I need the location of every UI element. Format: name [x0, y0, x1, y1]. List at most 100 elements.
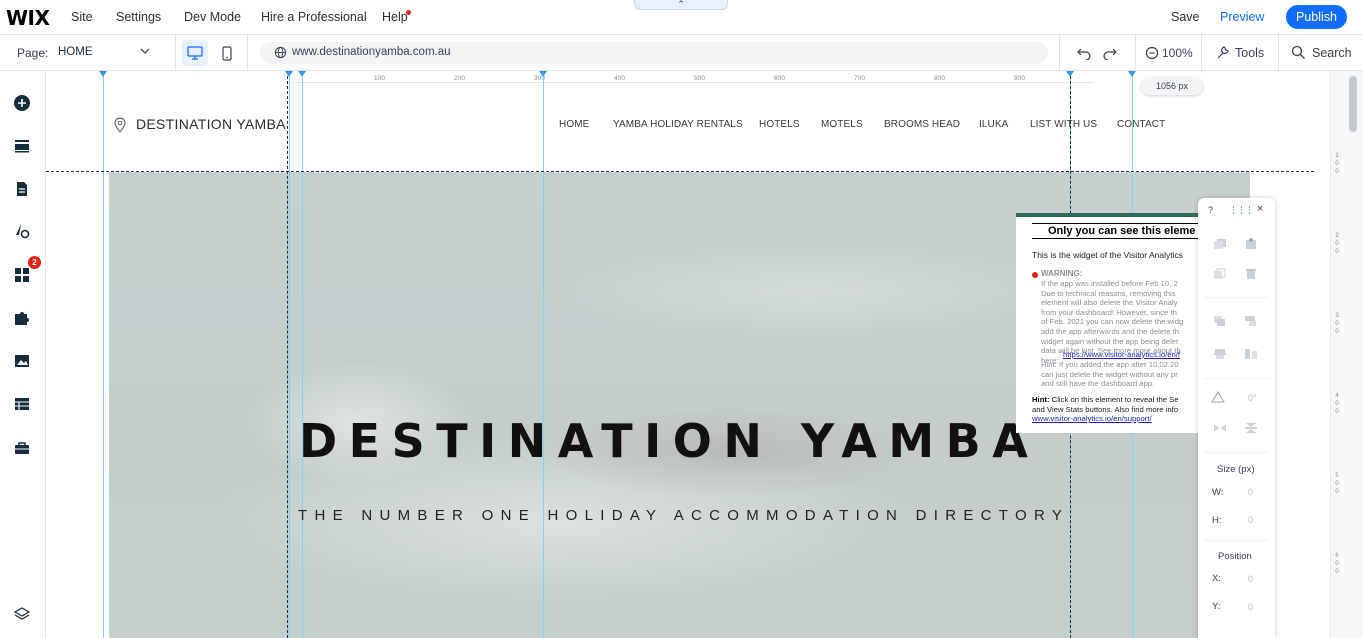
zoom-out-icon[interactable] [1145, 46, 1159, 60]
guide-handle[interactable] [1128, 71, 1136, 77]
distribute-icon[interactable] [1213, 348, 1227, 360]
width-indicator: 1056 px [1141, 77, 1203, 95]
location-pin-icon [114, 117, 126, 133]
zoom-level[interactable]: 100% [1162, 46, 1193, 60]
visitor-analytics-widget[interactable]: Only you can see this eleme This is the … [1016, 213, 1206, 433]
media-button[interactable] [12, 351, 32, 371]
redo-icon[interactable] [1102, 46, 1118, 60]
pages-icon [17, 182, 27, 196]
copy-icon[interactable] [1213, 238, 1227, 250]
width-field[interactable]: 0 [1248, 487, 1253, 497]
warning-icon [1032, 272, 1038, 278]
guide-handle[interactable] [1066, 71, 1074, 77]
divider [1059, 35, 1060, 71]
help-icon[interactable]: ? [1208, 205, 1213, 215]
paste-icon[interactable] [1244, 238, 1258, 250]
publish-button[interactable]: Publish [1286, 5, 1347, 29]
site-url-bar[interactable]: www.destinationyamba.com.au [260, 42, 1048, 64]
horizontal-ruler[interactable]: 100 200 300 400 500 600 700 800 900 [294, 71, 1094, 83]
guide-handle[interactable] [285, 71, 293, 77]
nav-motels[interactable]: MOTELS [821, 119, 863, 130]
ruler-label: 1 [1335, 153, 1339, 159]
nav-list-with-us[interactable]: LIST WITH US [1030, 119, 1097, 130]
vertical-ruler[interactable]: 1 0 0 2 0 0 3 0 0 4 0 0 5 0 0 6 0 0 [1330, 71, 1363, 638]
portfolio-button[interactable] [12, 438, 32, 458]
pages-button[interactable] [12, 179, 32, 199]
nav-contact[interactable]: CONTACT [1117, 119, 1165, 130]
scrollbar-thumb[interactable] [1349, 76, 1357, 132]
wix-logo[interactable]: WIX [6, 6, 50, 30]
ruler-label: 3 [1335, 313, 1339, 319]
divider [247, 35, 248, 71]
header-boundary-line [46, 171, 1314, 172]
collapse-toolbar-button[interactable]: ⌃ [634, 0, 728, 10]
editor-canvas[interactable]: 100 200 300 400 500 600 700 800 900 1056… [46, 71, 1330, 638]
menu-dev-mode[interactable]: Dev Mode [184, 10, 241, 24]
guide-handle[interactable] [539, 71, 547, 77]
business-button[interactable] [12, 308, 32, 328]
desktop-icon [187, 46, 203, 60]
height-field[interactable]: 0 [1248, 515, 1253, 525]
trash-icon[interactable] [1244, 268, 1258, 280]
mobile-view-button[interactable] [214, 40, 240, 66]
sections-icon [15, 140, 29, 153]
guide-line[interactable] [302, 71, 303, 638]
hint-label: Hint: [1032, 395, 1050, 404]
y-label: Y: [1212, 601, 1221, 612]
nav-brooms-head[interactable]: BROOMS HEAD [884, 119, 960, 130]
bring-forward-icon[interactable] [1213, 315, 1227, 327]
hero-title[interactable]: DESTINATION YAMBA [299, 414, 1039, 468]
flip-horizontal-icon[interactable] [1213, 422, 1227, 434]
sections-button[interactable] [12, 136, 32, 156]
cms-button[interactable] [12, 394, 32, 414]
divider [1204, 378, 1269, 379]
ruler-label: 0 [1335, 561, 1339, 567]
guide-line[interactable] [103, 71, 104, 638]
add-elements-button[interactable] [12, 93, 32, 113]
widget-support-link[interactable]: www.visitor-analytics.io/en/support/ [1032, 414, 1152, 423]
divider [1204, 452, 1269, 453]
tools-button[interactable]: Tools [1235, 46, 1264, 60]
menu-hire-professional[interactable]: Hire a Professional [261, 10, 367, 24]
preview-button[interactable]: Preview [1220, 10, 1264, 24]
nav-home[interactable]: HOME [559, 119, 589, 130]
divider [1135, 35, 1136, 71]
page-selector[interactable]: HOME [58, 46, 93, 58]
align-icon[interactable] [1244, 315, 1258, 327]
nav-yamba-holiday-rentals[interactable]: YAMBA HOLIDAY RENTALS [613, 119, 743, 130]
flip-vertical-icon[interactable] [1244, 422, 1258, 434]
desktop-view-button[interactable] [182, 40, 208, 66]
close-icon[interactable]: × [1257, 203, 1263, 215]
design-button[interactable] [12, 221, 32, 241]
rotation-value[interactable]: 0° [1248, 393, 1257, 403]
chevron-down-icon[interactable] [140, 48, 150, 55]
guide-handle[interactable] [99, 71, 107, 77]
y-field[interactable]: 0 [1248, 602, 1253, 612]
match-size-icon[interactable] [1244, 348, 1258, 360]
hero-subtitle[interactable]: THE NUMBER ONE HOLIDAY ACCOMMODATION DIR… [298, 507, 1069, 524]
site-url: www.destinationyamba.com.au [292, 46, 451, 58]
menu-help[interactable]: Help [382, 10, 408, 24]
x-label: X: [1212, 573, 1221, 584]
menu-settings[interactable]: Settings [116, 10, 161, 24]
x-field[interactable]: 0 [1248, 574, 1253, 584]
duplicate-icon[interactable] [1213, 268, 1227, 280]
drag-handle-icon[interactable]: ⋮⋮⋮ [1229, 205, 1254, 216]
nav-iluka[interactable]: ILUKA [979, 119, 1008, 130]
save-button[interactable]: Save [1171, 10, 1200, 24]
ruler-label: 0 [1335, 569, 1339, 575]
divider [1201, 35, 1202, 71]
search-button[interactable]: Search [1312, 46, 1352, 60]
guide-line[interactable] [543, 71, 544, 638]
rotate-icon[interactable] [1211, 391, 1225, 403]
site-logo-text[interactable]: DESTINATION YAMBA [136, 116, 286, 132]
ruler-label: 2 [1335, 233, 1339, 239]
nav-hotels[interactable]: HOTELS [759, 119, 800, 130]
undo-icon[interactable] [1076, 46, 1092, 60]
apps-button[interactable] [12, 265, 32, 285]
layers-button[interactable] [12, 604, 32, 624]
menu-site[interactable]: Site [71, 10, 93, 24]
widget-faq-link[interactable]: https://www.visitor-analytics.io/en/f [1063, 350, 1180, 359]
guide-line[interactable] [289, 71, 290, 638]
guide-handle[interactable] [298, 71, 306, 77]
